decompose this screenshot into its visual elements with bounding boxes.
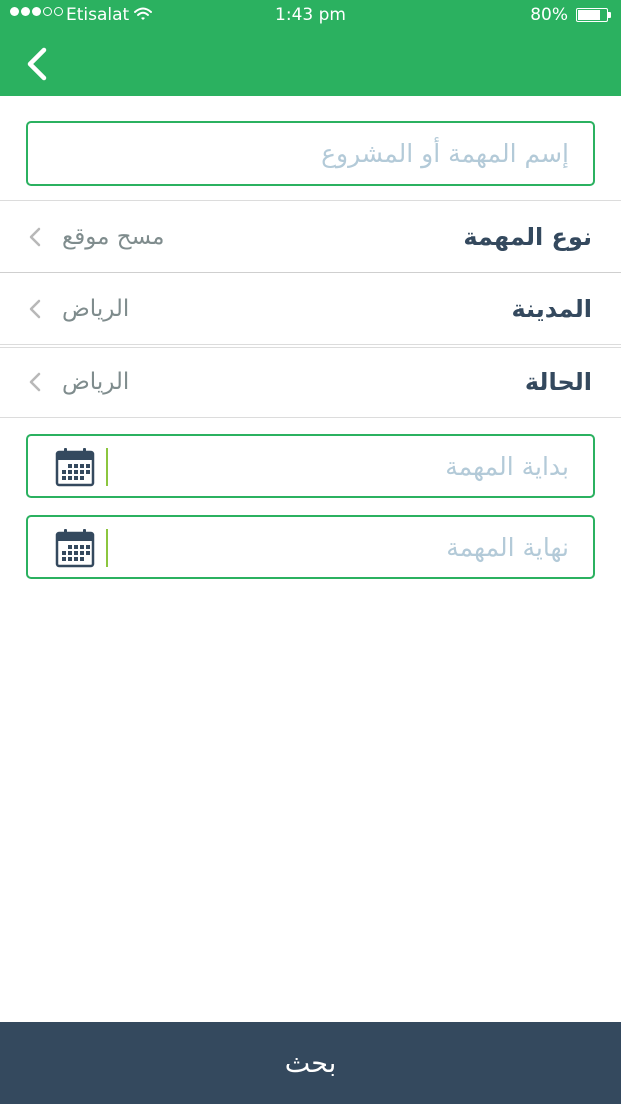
- battery-tip: [608, 12, 611, 18]
- city-label: المدينة: [511, 294, 592, 323]
- field-divider: [106, 529, 108, 567]
- divider: [0, 417, 621, 418]
- task-name-input[interactable]: إسم المهمة أو المشروع: [26, 121, 595, 186]
- back-button[interactable]: [18, 44, 58, 84]
- header: Etisalat 1:43 pm 80%: [0, 0, 621, 96]
- city-row[interactable]: المدينة الرياض: [0, 273, 621, 344]
- chevron-left-icon: [29, 227, 41, 246]
- status-row[interactable]: الحالة الرياض: [0, 346, 621, 417]
- start-date-placeholder: بداية المهمة: [445, 451, 569, 481]
- task-type-value: مسح موقع: [62, 223, 165, 250]
- status-time: 1:43 pm: [275, 5, 346, 25]
- battery-icon: [576, 8, 608, 22]
- end-date-field[interactable]: نهاية المهمة: [26, 515, 595, 579]
- chevron-left-icon: [27, 47, 47, 81]
- search-button-label: بحث: [284, 1047, 337, 1079]
- screen: Etisalat 1:43 pm 80% إسم المهمة أو المشر: [0, 0, 621, 1104]
- city-value: الرياض: [62, 295, 130, 322]
- status-label: الحالة: [524, 367, 592, 396]
- battery-percentage: 80%: [530, 5, 568, 25]
- task-type-label: نوع المهمة: [463, 222, 592, 251]
- field-divider: [106, 448, 108, 486]
- chevron-left-icon: [29, 299, 41, 318]
- task-name-placeholder: إسم المهمة أو المشروع: [321, 139, 569, 168]
- calendar-icon[interactable]: [55, 447, 95, 487]
- status-bar: Etisalat 1:43 pm 80%: [0, 0, 621, 32]
- end-date-placeholder: نهاية المهمة: [446, 532, 569, 562]
- status-value: الرياض: [62, 368, 130, 395]
- battery-level: [578, 10, 601, 20]
- calendar-icon[interactable]: [55, 528, 95, 568]
- search-button[interactable]: بحث: [0, 1022, 621, 1104]
- start-date-field[interactable]: بداية المهمة: [26, 434, 595, 498]
- divider: [0, 344, 621, 345]
- chevron-left-icon: [29, 372, 41, 391]
- task-type-row[interactable]: نوع المهمة مسح موقع: [0, 201, 621, 272]
